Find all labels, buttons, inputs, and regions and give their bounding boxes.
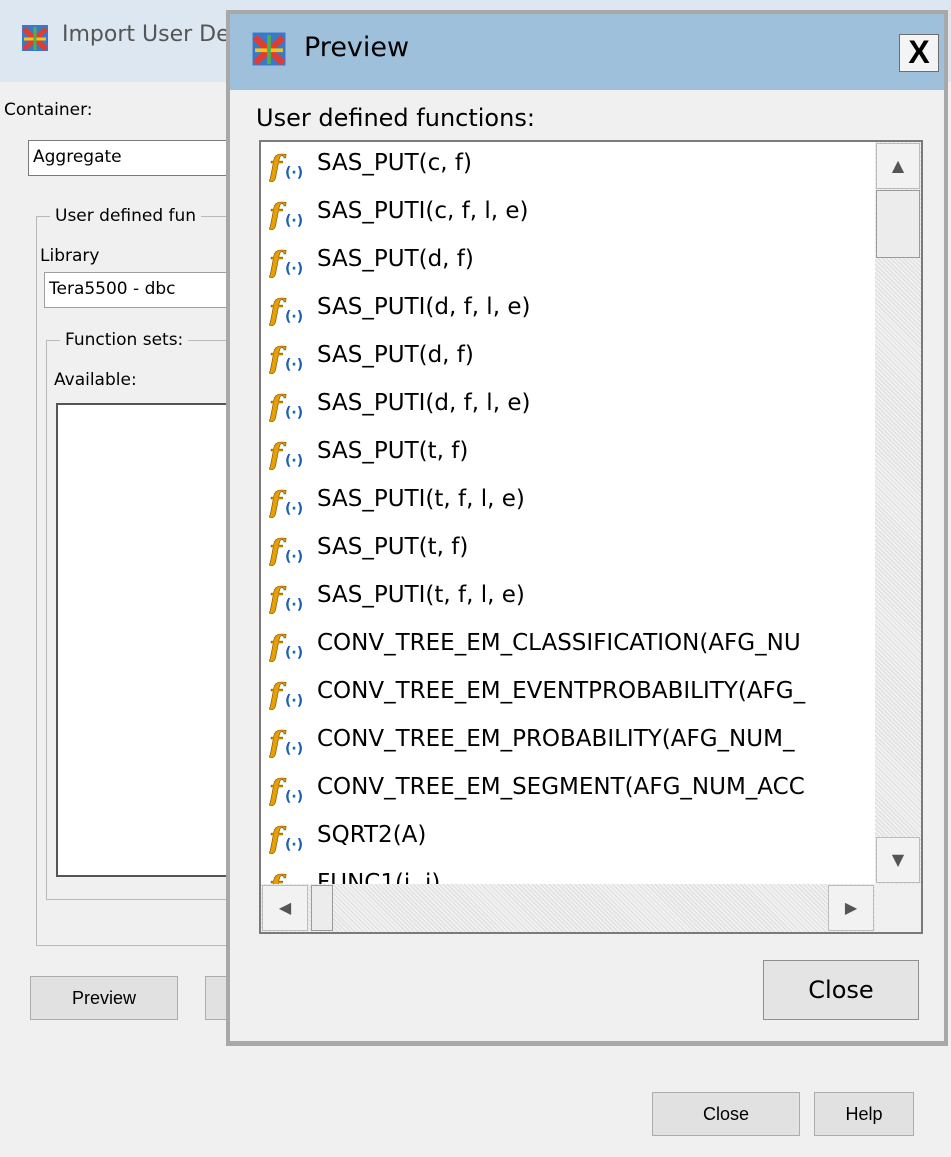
udf-listbox[interactable]: f (·) SAS_PUT(c, f) f (·) SAS_PUTI(c, f, l, e… — [259, 140, 923, 934]
function-icon: f(·) — [269, 822, 303, 854]
function-name: SAS_PUT(t, f) — [317, 534, 469, 560]
preview-titlebar[interactable]: Preview X — [230, 14, 944, 90]
list-item[interactable]: f (·) SAS_PUT(d, f) — [261, 238, 875, 286]
horizontal-scroll-thumb[interactable] — [311, 885, 333, 931]
function-icon: f(·) — [269, 390, 303, 422]
scroll-left-icon[interactable]: ◀ — [262, 885, 308, 931]
udf-list-items: f (·) SAS_PUT(c, f) f (·) SAS_PUTI(c, f, l, e… — [261, 142, 875, 884]
list-item[interactable]: f (·) CONV_TREE_EM_EVENTPROBABILITY(AFG_ — [261, 670, 875, 718]
function-icon: f(·) — [269, 630, 303, 662]
svg-text:(·): (·) — [285, 453, 303, 469]
function-name: SAS_PUT(t, f) — [317, 438, 469, 464]
list-item[interactable]: f (·) SAS_PUTI(d, f, l, e) — [261, 382, 875, 430]
function-name: SAS_PUT(d, f) — [317, 342, 474, 368]
preview-button[interactable]: Preview — [30, 976, 178, 1020]
vertical-scrollbar[interactable]: ▲ ▼ — [875, 142, 921, 884]
function-icon: f(·) — [269, 870, 287, 884]
svg-text:(·): (·) — [285, 837, 303, 853]
function-icon: f(·) — [269, 534, 303, 566]
list-item[interactable]: f(·) FUNC1(i, j) — [261, 862, 875, 884]
svg-text:(·): (·) — [285, 405, 303, 421]
svg-text:(·): (·) — [285, 357, 303, 373]
function-name: SAS_PUTI(d, f, l, e) — [317, 294, 531, 320]
function-name: CONV_TREE_EM_PROBABILITY(AFG_NUM_ — [317, 726, 795, 752]
function-name: SAS_PUTI(d, f, l, e) — [317, 390, 531, 416]
close-icon[interactable]: X — [899, 34, 939, 72]
list-item[interactable]: f (·) SAS_PUT(t, f) — [261, 430, 875, 478]
scroll-right-icon[interactable]: ▶ — [828, 885, 874, 931]
svg-text:(·): (·) — [285, 741, 303, 757]
svg-text:(·): (·) — [285, 645, 303, 661]
function-name: SAS_PUTI(t, f, l, e) — [317, 486, 525, 512]
preview-dialog: Preview X User defined functions: f (·) SA… — [226, 10, 948, 1046]
function-icon: f(·) — [269, 486, 303, 518]
function-name: CONV_TREE_EM_CLASSIFICATION(AFG_NU — [317, 630, 801, 656]
function-icon: f(·) — [269, 294, 303, 326]
function-name: SAS_PUTI(t, f, l, e) — [317, 582, 525, 608]
svg-text:(·): (·) — [285, 261, 303, 277]
container-field[interactable]: Aggregate — [28, 140, 238, 176]
available-label: Available: — [54, 370, 137, 390]
svg-text:(·): (·) — [285, 165, 303, 181]
function-icon: f(·) — [269, 774, 303, 806]
horizontal-scrollbar[interactable]: ◀ ▶ — [261, 884, 875, 932]
preview-title: Preview — [304, 32, 410, 63]
function-name: SAS_PUT(d, f) — [317, 246, 474, 272]
function-icon: f(·) — [269, 150, 303, 182]
function-name: SAS_PUT(c, f) — [317, 150, 472, 176]
list-item[interactable]: f (·) SAS_PUTI(t, f, l, e) — [261, 478, 875, 526]
app-icon — [252, 32, 286, 66]
function-sets-title: Function sets: — [60, 330, 189, 350]
list-item[interactable]: f (·) CONV_TREE_EM_CLASSIFICATION(AFG_NU — [261, 622, 875, 670]
list-item[interactable]: f (·) SAS_PUT(t, f) — [261, 526, 875, 574]
list-item[interactable]: f (·) SAS_PUTI(d, f, l, e) — [261, 286, 875, 334]
app-icon — [22, 25, 48, 51]
function-icon: f(·) — [269, 342, 303, 374]
close-button[interactable]: Close — [652, 1092, 800, 1136]
help-button[interactable]: Help — [814, 1092, 914, 1136]
function-icon: f(·) — [269, 246, 303, 278]
function-name: SQRT2(A) — [317, 822, 427, 848]
svg-text:(·): (·) — [285, 549, 303, 565]
function-icon: f(·) — [269, 198, 303, 230]
function-icon: f(·) — [269, 678, 303, 710]
import-dialog-title: Import User De — [62, 22, 230, 47]
list-item[interactable]: f (·) SAS_PUTI(c, f, l, e) — [261, 190, 875, 238]
function-name: FUNC1(i, j) — [317, 870, 441, 884]
function-icon: f(·) — [269, 438, 303, 470]
library-label: Library — [40, 246, 100, 266]
list-item[interactable]: f (·) CONV_TREE_EM_PROBABILITY(AFG_NUM_ — [261, 718, 875, 766]
svg-text:(·): (·) — [285, 693, 303, 709]
scrollbar-corner — [875, 884, 921, 932]
function-name: SAS_PUTI(c, f, l, e) — [317, 198, 529, 224]
scroll-up-icon[interactable]: ▲ — [876, 143, 920, 189]
udf-group-title: User defined fun — [50, 206, 202, 226]
scroll-down-icon[interactable]: ▼ — [876, 837, 920, 883]
svg-text:(·): (·) — [285, 501, 303, 517]
svg-text:(·): (·) — [285, 597, 303, 613]
list-item[interactable]: f (·) CONV_TREE_EM_SEGMENT(AFG_NUM_ACC — [261, 766, 875, 814]
library-field[interactable]: Tera5500 - dbc — [44, 272, 238, 308]
svg-text:f: f — [269, 870, 287, 884]
list-item[interactable]: f (·) SAS_PUT(c, f) — [261, 142, 875, 190]
function-name: CONV_TREE_EM_EVENTPROBABILITY(AFG_ — [317, 678, 806, 704]
list-item[interactable]: f (·) SQRT2(A) — [261, 814, 875, 862]
function-name: CONV_TREE_EM_SEGMENT(AFG_NUM_ACC — [317, 774, 805, 800]
udf-list-label: User defined functions: — [256, 104, 535, 132]
available-listbox[interactable] — [56, 403, 236, 877]
container-label: Container: — [4, 100, 93, 120]
svg-text:(·): (·) — [285, 309, 303, 325]
list-item[interactable]: f (·) SAS_PUT(d, f) — [261, 334, 875, 382]
svg-text:(·): (·) — [285, 213, 303, 229]
vertical-scroll-thumb[interactable] — [876, 190, 920, 258]
svg-text:(·): (·) — [285, 789, 303, 805]
function-icon: f(·) — [269, 726, 303, 758]
preview-close-button[interactable]: Close — [763, 960, 919, 1020]
list-item[interactable]: f (·) SAS_PUTI(t, f, l, e) — [261, 574, 875, 622]
function-icon: f(·) — [269, 582, 303, 614]
